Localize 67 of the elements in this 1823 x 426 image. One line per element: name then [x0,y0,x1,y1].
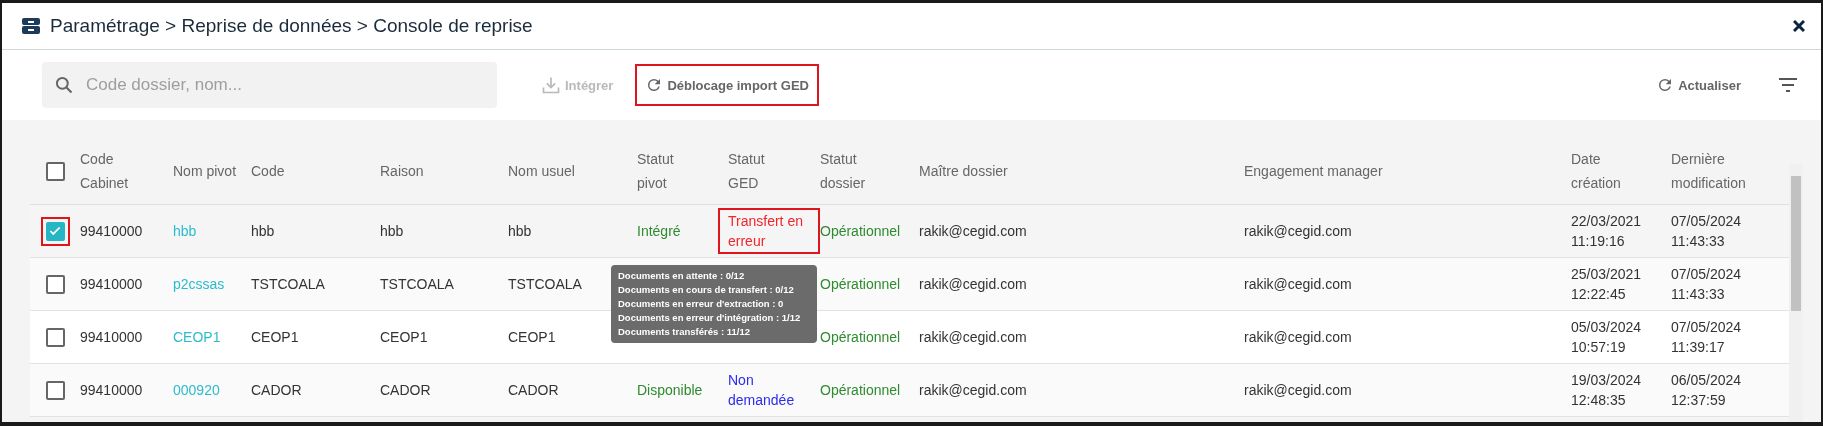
date-cell-text: 07/05/2024 11:39:17 [1671,318,1743,357]
table-cell-text: TSTCOALA [251,275,326,294]
column-header: Dernière modification [1671,150,1745,193]
pivot-link[interactable]: hbb [173,223,197,239]
checkbox[interactable] [40,216,70,246]
column-header: Statut GED [728,150,766,193]
date-cell-text: 05/03/2024 10:57:19 [1571,318,1643,357]
search-field[interactable]: Code dossier, nom... [42,62,497,108]
date-cell-text: 06/05/2024 12:37:59 [1671,371,1743,410]
status-text: Opérationnel [820,275,902,294]
table-cell-text: rakik@cegid.com [919,381,1028,400]
table-cell-text: rakik@cegid.com [1244,328,1353,347]
table-cell-text: CADOR [380,381,432,400]
scrollbar[interactable] [1789,164,1803,422]
table-cell-text: rakik@cegid.com [1244,381,1353,400]
status-text: Disponible [637,381,704,400]
column-header: Engagement manager [1244,162,1384,181]
table-cell-text: 99410000 [80,328,144,347]
table-cell-text: rakik@cegid.com [1244,275,1353,294]
table-cell-text: 99410000 [80,381,144,400]
pivot-link[interactable]: CEOP1 [173,329,221,345]
checkmark-icon [48,224,62,238]
tooltip: Documents en attente : 0/12 Documents en cours de transfert : 0/12 Documents en erreur d'extraction : 0 Documents en erreur d'intégration : 1/12 Documents transférés : 11/12 [611,265,817,343]
table-cell-text: TSTCOALA [380,275,455,294]
download-icon [541,75,561,95]
inbox-icon [22,18,40,34]
column-header: Statut pivot [637,150,675,193]
table-cell-text: rakik@cegid.com [919,222,1028,241]
table-cell-text: rakik@cegid.com [1244,222,1353,241]
column-header: Date création [1571,150,1622,193]
search-icon [54,75,74,95]
refresh-button[interactable]: Actualiser [1646,64,1751,106]
table-cell-text: CADOR [508,381,560,400]
close-icon[interactable] [1793,20,1805,32]
status-text: Opérationnel [820,222,902,241]
column-header: Maître dossier [919,162,1009,181]
pivot-link[interactable]: 000920 [173,382,220,398]
status-text: Intégré [637,222,682,241]
column-header: Code Cabinet [80,150,130,193]
column-header: Nom pivot [173,162,238,181]
filter-icon[interactable] [1779,78,1797,92]
date-cell-text: 07/05/2024 11:43:33 [1671,265,1743,304]
table-cell-text: rakik@cegid.com [919,275,1028,294]
date-cell-text: 07/05/2024 11:43:33 [1671,212,1743,251]
table-cell-text: CADOR [251,381,303,400]
column-header: Statut dossier [820,150,867,193]
column-header: Code [251,162,286,181]
table-cell-text: rakik@cegid.com [919,328,1028,347]
table-cell-text: hbb [380,222,405,241]
date-cell-text: 22/03/2021 11:19:16 [1571,212,1643,251]
table-cell-text: hbb [251,222,276,241]
table-cell-text: CEOP1 [251,328,300,347]
table-cell-text: 99410000 [80,275,144,294]
table-cell-text: 99410000 [80,222,144,241]
window-title: Paramétrage > Reprise de données > Console de reprise [50,15,534,37]
column-header: Nom usuel [508,162,576,181]
status-text: Opérationnel [820,328,902,347]
table-cell-text: CEOP1 [380,328,429,347]
column-header: Raison [380,162,425,181]
date-cell-text: 25/03/2021 12:22:45 [1571,265,1643,304]
status-text: Transfert en erreur [718,208,820,254]
status-text: Non demandée [727,371,796,410]
unlock-button[interactable]: Déblocage import GED [635,64,819,106]
table-cell-text: hbb [508,222,533,241]
date-cell-text: 19/03/2024 12:48:35 [1571,371,1643,410]
status-text: Opérationnel [820,381,902,400]
pivot-link[interactable]: p2cssas [173,276,225,292]
